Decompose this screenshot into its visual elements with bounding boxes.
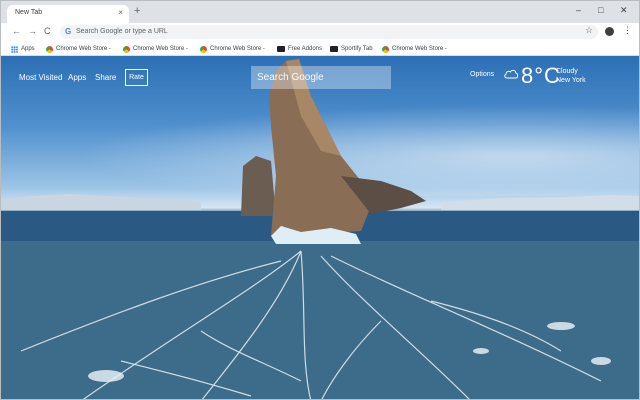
new-tab-button[interactable]: +	[134, 6, 140, 17]
bookmark-chrome-web-store[interactable]: Chrome Web Store -	[382, 44, 447, 54]
forward-arrow-icon[interactable]: →	[28, 26, 37, 37]
bookmark-chrome-web-store[interactable]: Chrome Web Store -	[123, 44, 188, 54]
profile-avatar-icon[interactable]	[605, 27, 614, 36]
chrome-web-store-icon	[123, 45, 130, 53]
apps-link[interactable]: Apps	[68, 73, 86, 82]
new-tab-page: Most Visited Apps Share Rate Options 8°C…	[1, 56, 639, 399]
apps-grid-icon	[11, 45, 18, 53]
share-link[interactable]: Share	[95, 73, 116, 82]
tv-icon	[330, 46, 338, 52]
cloud-icon	[504, 69, 519, 79]
most-visited-link[interactable]: Most Visited	[19, 73, 62, 82]
chrome-web-store-icon	[382, 45, 389, 53]
maximize-button[interactable]: □	[598, 5, 603, 15]
bookmark-sportify-tab[interactable]: Sportify Tab	[330, 44, 373, 54]
minimize-button[interactable]: –	[576, 5, 581, 15]
rate-button[interactable]: Rate	[125, 69, 148, 86]
tab-strip: New Tab × + – □ ✕	[1, 1, 639, 23]
bookmark-label: Apps	[21, 46, 35, 52]
bookmark-label: Chrome Web Store -	[56, 46, 111, 52]
bookmark-star-icon[interactable]: ☆	[585, 25, 593, 36]
bookmark-label: Chrome Web Store -	[210, 46, 265, 52]
search-input[interactable]	[251, 66, 391, 89]
google-g-icon: G	[65, 27, 72, 36]
tab-close-icon[interactable]: ×	[118, 8, 123, 17]
search-box	[251, 66, 391, 89]
bookmark-free-addons[interactable]: Free Addons	[277, 44, 322, 54]
tab-title: New Tab	[15, 9, 43, 16]
back-arrow-icon[interactable]: ←	[12, 26, 21, 37]
bookmark-label: Free Addons	[288, 46, 323, 52]
bookmarks-bar: Apps Chrome Web Store - Chrome Web Store…	[1, 41, 639, 56]
browser-window: New Tab × + – □ ✕ ← → C G Search Google …	[0, 0, 640, 400]
tab-new-tab[interactable]: New Tab ×	[7, 5, 129, 23]
options-link[interactable]: Options	[470, 71, 494, 78]
weather-temperature: 8°C	[521, 63, 561, 88]
bookmark-chrome-web-store[interactable]: Chrome Web Store -	[200, 44, 265, 54]
bookmark-apps[interactable]: Apps	[11, 44, 35, 54]
weather-city: New York	[556, 77, 586, 84]
address-bar-placeholder: Search Google or type a URL	[76, 28, 168, 35]
bookmark-chrome-web-store[interactable]: Chrome Web Store -	[46, 44, 111, 54]
chrome-web-store-icon	[200, 45, 207, 53]
bookmark-label: Chrome Web Store -	[392, 46, 447, 52]
close-window-button[interactable]: ✕	[620, 5, 628, 16]
reload-icon[interactable]: C	[44, 26, 51, 37]
bookmark-label: Chrome Web Store -	[133, 46, 188, 52]
address-bar[interactable]: G Search Google or type a URL	[60, 25, 598, 39]
chrome-menu-icon[interactable]: ⋮	[623, 25, 632, 36]
bookmark-label: Sportify Tab	[341, 46, 373, 52]
browser-toolbar: ← → C G Search Google or type a URL ☆ ⋮	[1, 23, 639, 41]
chrome-web-store-icon	[46, 45, 53, 53]
tv-icon	[277, 46, 285, 52]
weather-condition: Cloudy	[556, 68, 578, 75]
